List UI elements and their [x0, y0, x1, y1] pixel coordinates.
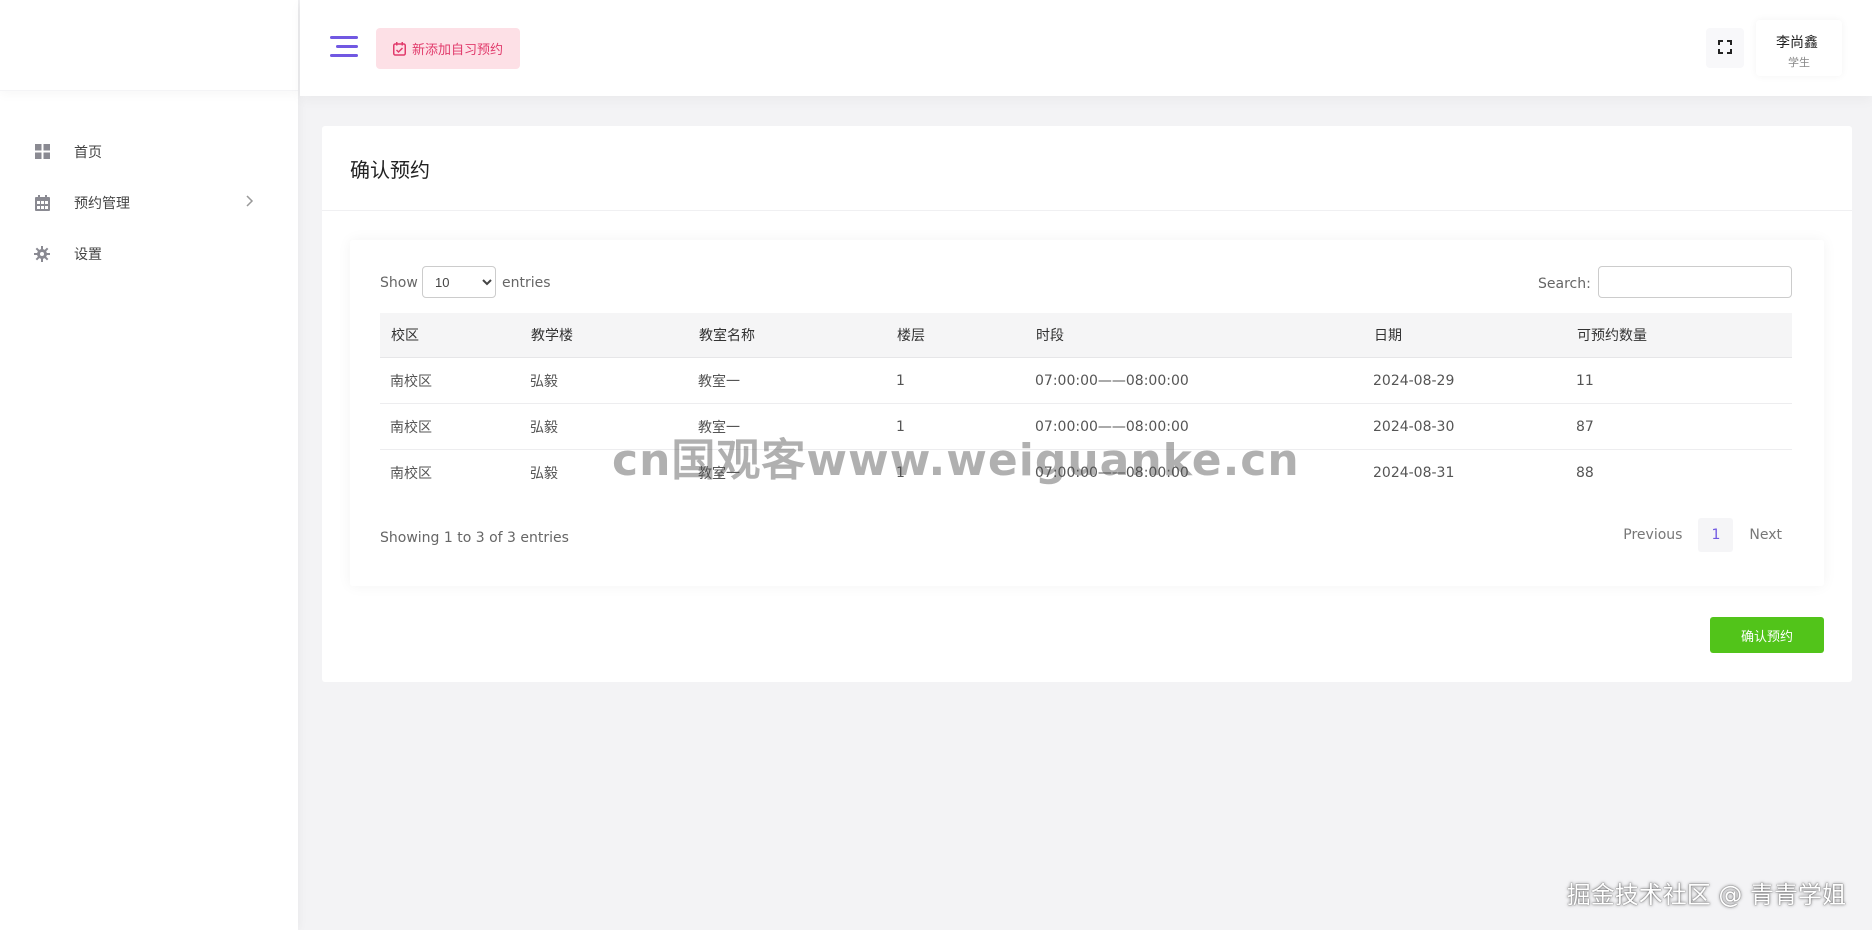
- pagination: Previous 1 Next: [1609, 518, 1796, 552]
- table-header-row: 校区 教学楼 教室名称 楼层 时段 日期 可预约数量: [380, 313, 1792, 358]
- table-info: Showing 1 to 3 of 3 entries: [380, 530, 569, 546]
- cell-available-count: 11: [1566, 357, 1792, 404]
- column-header-available-count[interactable]: 可预约数量: [1566, 313, 1792, 358]
- confirm-reservation-card: 确认预约 Show 10 entries Search: 校区 教学楼 教室名称…: [322, 126, 1852, 682]
- sidebar: 首页 预约管理 设置: [0, 0, 298, 930]
- column-header-time-slot[interactable]: 时段: [1025, 313, 1363, 358]
- table-row: 南校区 弘毅 教室一 1 07:00:00——08:00:00 2024-08-…: [380, 357, 1792, 404]
- user-name: 李尚鑫: [1776, 35, 1818, 51]
- cell-building: 弘毅: [520, 357, 688, 404]
- datatable-wrapper: Show 10 entries Search: 校区 教学楼 教室名称 楼层 时…: [350, 240, 1824, 586]
- cell-time-slot: 07:00:00——08:00:00: [1025, 357, 1363, 404]
- cell-campus: 南校区: [380, 357, 520, 404]
- sidebar-item-settings[interactable]: 设置: [0, 228, 298, 279]
- user-profile[interactable]: 李尚鑫 学生: [1756, 20, 1842, 76]
- cell-available-count: 87: [1566, 403, 1792, 450]
- sidebar-item-label: 设置: [74, 246, 102, 263]
- cell-campus: 南校区: [390, 465, 432, 482]
- column-header-campus[interactable]: 校区: [380, 313, 520, 358]
- column-header-building[interactable]: 教学楼: [520, 313, 688, 358]
- user-role: 学生: [1788, 56, 1810, 69]
- sidebar-nav: 首页 预约管理 设置: [0, 126, 298, 279]
- page-title: 确认预约: [350, 158, 430, 182]
- cell-classroom: 教室一: [688, 357, 886, 404]
- search-label: Search:: [1538, 276, 1591, 292]
- cell-campus: 南校区: [380, 403, 520, 450]
- calendar-check-icon: [392, 41, 406, 56]
- cell-date: 2024-08-29: [1363, 357, 1566, 404]
- chevron-right-icon: [246, 194, 254, 211]
- sidebar-brand: [0, 0, 298, 91]
- pagination-previous[interactable]: Previous: [1609, 518, 1696, 552]
- add-button-label: 新添加自习预约: [411, 43, 503, 58]
- calendar-icon: [34, 194, 50, 211]
- fullscreen-button[interactable]: [1706, 28, 1744, 68]
- cell-date: 2024-08-31: [1373, 464, 1455, 481]
- menu-toggle-icon[interactable]: [330, 34, 358, 60]
- cell-floor: 1: [886, 357, 1025, 404]
- fullscreen-icon: [1718, 39, 1732, 58]
- entries-label: entries: [502, 275, 551, 291]
- pagination-page-1[interactable]: 1: [1698, 518, 1734, 552]
- cell-date: 2024-08-30: [1363, 403, 1566, 450]
- confirm-reservation-button[interactable]: 确认预约: [1710, 617, 1824, 653]
- cell-available-count: 88: [1576, 464, 1594, 481]
- watermark-text: cn国观客www.weiguanke.cn: [612, 435, 1300, 486]
- search-input[interactable]: [1598, 266, 1792, 298]
- top-header: 新添加自习预约 李尚鑫 学生: [300, 0, 1872, 96]
- column-header-floor[interactable]: 楼层: [886, 313, 1025, 358]
- corner-watermark: 掘金技术社区 @ 青青学姐: [1566, 881, 1846, 909]
- column-header-date[interactable]: 日期: [1363, 313, 1566, 358]
- sidebar-item-home[interactable]: 首页: [0, 126, 298, 177]
- sidebar-item-reservation-management[interactable]: 预约管理: [0, 177, 298, 228]
- divider: [322, 210, 1852, 211]
- sidebar-item-label: 预约管理: [74, 195, 130, 212]
- pagination-next[interactable]: Next: [1735, 518, 1796, 552]
- show-label: Show: [380, 275, 418, 291]
- column-header-classroom[interactable]: 教室名称: [688, 313, 886, 358]
- sidebar-item-label: 首页: [74, 144, 102, 161]
- dashboard-icon: [34, 144, 50, 160]
- gear-icon: [34, 245, 50, 262]
- page-length-select[interactable]: 10: [422, 266, 496, 298]
- add-study-reservation-button[interactable]: 新添加自习预约: [376, 28, 520, 69]
